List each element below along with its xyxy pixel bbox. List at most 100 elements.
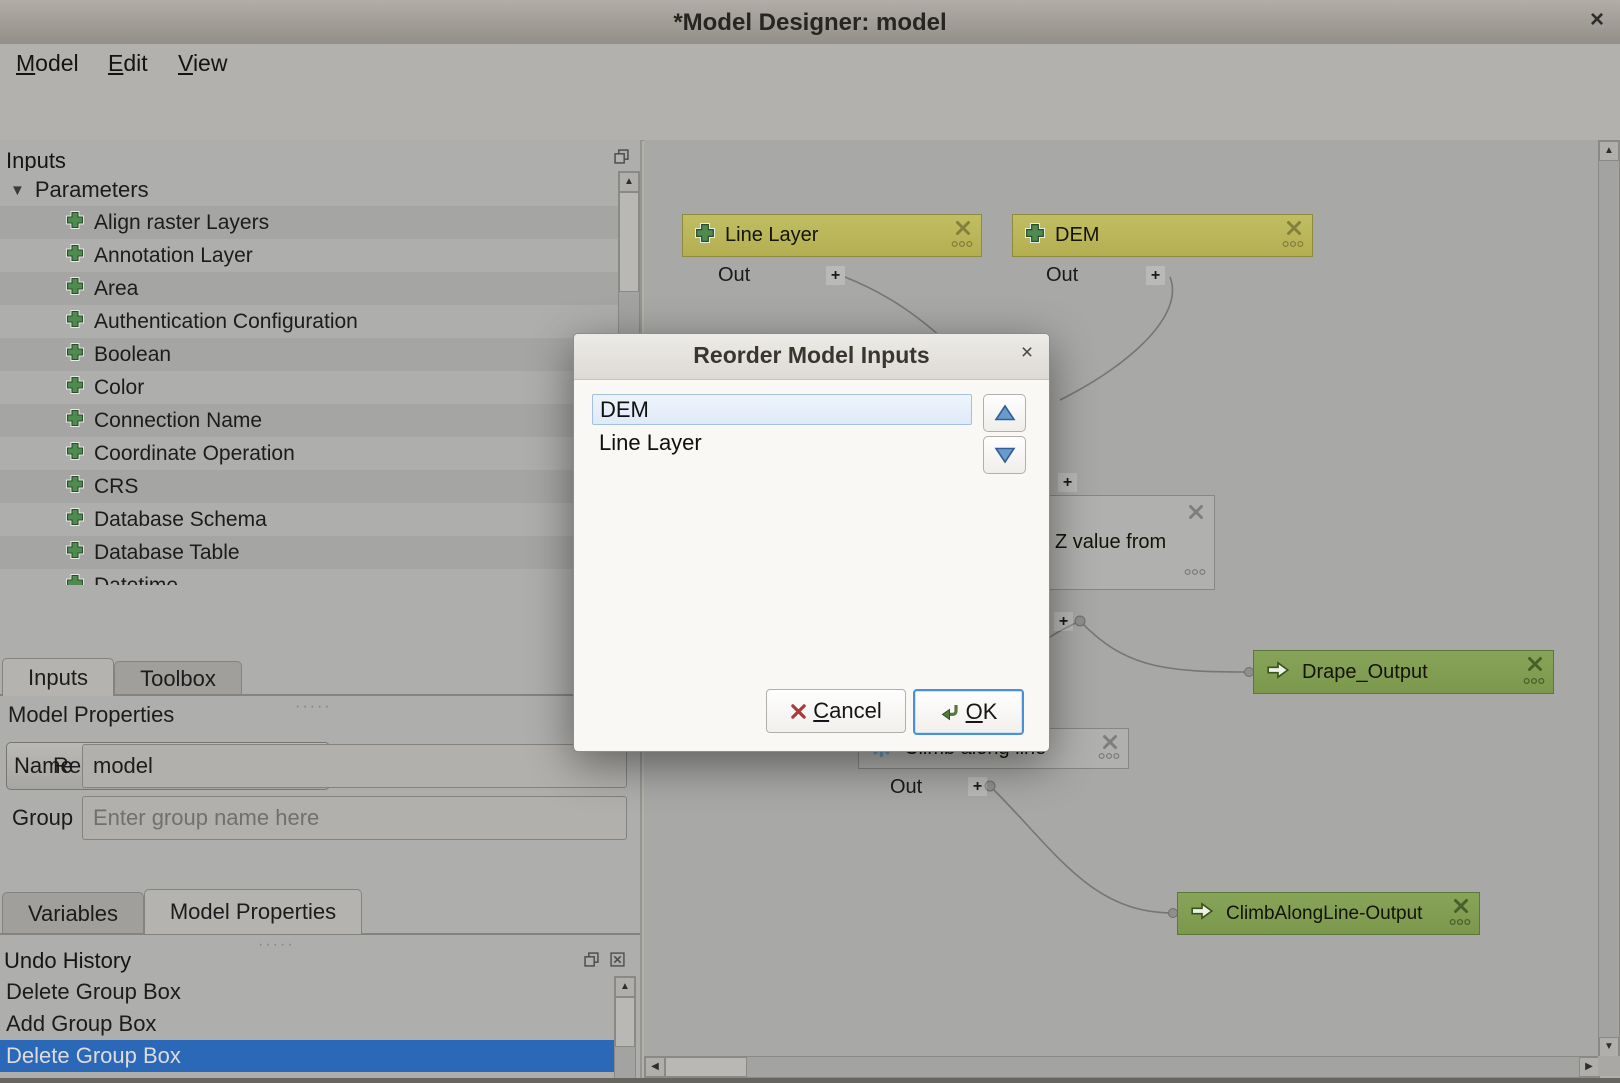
dialog-input-list[interactable]: DEM Line Layer (592, 394, 972, 674)
tab-toolbox[interactable]: Toolbox (114, 661, 242, 696)
tree-group-parameters[interactable]: ▼ Parameters (0, 174, 618, 206)
add-parameter-icon (66, 475, 84, 498)
scroll-left-icon[interactable]: ◀ (645, 1057, 665, 1077)
tab-inputs[interactable]: Inputs (2, 658, 114, 696)
tree-item-connection-name[interactable]: Connection Name (0, 404, 618, 437)
menubar: Model Edit View (0, 44, 1620, 82)
tree-item-crs[interactable]: CRS (0, 470, 618, 503)
inputs-parameter-tree: ▼ Parameters Align raster Layers Annotat… (0, 171, 618, 585)
node-climb-output[interactable]: ClimbAlongLine-Output (1177, 892, 1480, 935)
add-parameter-icon (66, 508, 84, 531)
undo-history-title: Undo History (4, 948, 131, 974)
dialog-close-button[interactable]: × (1015, 341, 1039, 365)
ok-button[interactable]: OK (913, 689, 1024, 735)
add-parameter-icon (66, 277, 84, 300)
reorder-model-inputs-dialog[interactable]: Reorder Model Inputs × DEM Line Layer Ca… (573, 333, 1050, 752)
scrollbar-thumb[interactable] (665, 1057, 747, 1077)
ellipsis-indicator (1282, 235, 1304, 253)
scroll-up-icon[interactable]: ▲ (615, 977, 635, 997)
dialog-title: Reorder Model Inputs (574, 342, 1049, 369)
add-parameter-icon (66, 310, 84, 333)
node-line-layer[interactable]: Line Layer (682, 214, 982, 257)
collapse-arrow-icon[interactable]: ▼ (10, 182, 25, 199)
scroll-right-icon[interactable]: ▶ (1579, 1057, 1599, 1077)
down-arrow-icon (993, 445, 1017, 465)
window-titlebar[interactable]: *Model Designer: model × (0, 0, 1620, 45)
dialog-titlebar[interactable]: Reorder Model Inputs × (574, 334, 1049, 380)
tab-model-properties[interactable]: Model Properties (144, 889, 362, 934)
add-parameter-icon (66, 442, 84, 465)
expand-links-button[interactable]: + (1058, 473, 1077, 492)
out-socket-label: Out (718, 264, 750, 287)
tree-item-color[interactable]: Color (0, 371, 618, 404)
add-parameter-icon (66, 409, 84, 432)
scrollbar-corner (1598, 1056, 1620, 1076)
tab-variables[interactable]: Variables (2, 892, 144, 934)
menu-edit[interactable]: Edit (104, 48, 152, 79)
model-properties-heading: Model Properties (8, 702, 174, 728)
window-title: *Model Designer: model (0, 9, 1620, 37)
up-arrow-icon (993, 403, 1017, 423)
name-label: Name (14, 753, 73, 779)
expand-links-button[interactable]: + (1054, 612, 1073, 631)
list-item-dem-selected[interactable]: DEM (592, 394, 972, 425)
splitter-handle[interactable]: ····· (295, 698, 332, 716)
move-up-button[interactable] (983, 394, 1026, 432)
tree-item-authentication-configuration[interactable]: Authentication Configuration (0, 305, 618, 338)
undo-item[interactable]: Delete Group Box (0, 976, 614, 1008)
ellipsis-indicator (1449, 913, 1471, 931)
canvas-horizontal-scrollbar[interactable]: ◀ ▶ (644, 1056, 1600, 1078)
tree-item-database-schema[interactable]: Database Schema (0, 503, 618, 536)
undo-scrollbar[interactable]: ▲ ▼ (614, 976, 636, 1083)
tree-item-area[interactable]: Area (0, 272, 618, 305)
close-panel-icon[interactable] (610, 952, 625, 967)
ellipsis-indicator (1523, 672, 1545, 690)
out-socket-label: Out (890, 776, 922, 799)
tree-item-datetime[interactable]: Datetime (0, 569, 618, 585)
list-item-line-layer[interactable]: Line Layer (592, 427, 972, 458)
remove-node-icon[interactable] (1188, 504, 1204, 525)
add-parameter-icon (66, 244, 84, 267)
expand-links-button[interactable]: + (1146, 266, 1165, 285)
model-group-input[interactable] (82, 796, 627, 840)
cancel-x-icon (790, 703, 807, 720)
tree-item-annotation-layer[interactable]: Annotation Layer (0, 239, 618, 272)
node-drape-output[interactable]: Drape_Output (1253, 650, 1554, 694)
model-name-input[interactable] (82, 744, 627, 788)
window-close-button[interactable]: × (1582, 6, 1612, 34)
add-parameter-icon (66, 541, 84, 564)
model-designer-window: *Model Designer: model × Model Edit View (0, 0, 1620, 1083)
menu-view[interactable]: View (174, 48, 231, 79)
undo-history-list: Delete Group Box Add Group Box Delete Gr… (0, 976, 614, 1078)
float-panel-icon[interactable] (614, 149, 629, 164)
expand-links-button[interactable]: + (968, 777, 987, 796)
undo-item-selected[interactable]: Delete Group Box (0, 1040, 614, 1072)
group-label: Group (12, 805, 73, 831)
add-parameter-icon (66, 211, 84, 234)
scroll-up-icon[interactable]: ▲ (1599, 141, 1619, 161)
tree-item-align-raster-layers[interactable]: Align raster Layers (0, 206, 618, 239)
expand-links-button[interactable]: + (826, 266, 845, 285)
cancel-button[interactable]: Cancel (766, 689, 906, 733)
splitter-handle[interactable]: ····· (258, 936, 295, 954)
scrollbar-thumb[interactable] (615, 997, 635, 1047)
output-arrow-icon (1190, 901, 1214, 926)
undo-item[interactable]: Add Group Box (0, 1008, 614, 1040)
menu-model[interactable]: Model (12, 48, 83, 79)
ellipsis-indicator (1098, 747, 1120, 765)
canvas-vertical-scrollbar[interactable]: ▲ ▼ (1598, 140, 1620, 1058)
node-dem[interactable]: DEM (1012, 214, 1313, 257)
input-plus-icon (695, 223, 715, 248)
scroll-down-icon[interactable]: ▼ (1599, 1037, 1619, 1057)
toolbar: ↶ ↷ 1:1 A ? ▶ (0, 82, 1620, 141)
float-panel-icon[interactable] (584, 952, 599, 967)
out-socket-label: Out (1046, 264, 1078, 287)
tree-item-boolean[interactable]: Boolean (0, 338, 618, 371)
output-arrow-icon (1266, 660, 1290, 685)
move-down-button[interactable] (983, 436, 1026, 474)
ellipsis-indicator (1184, 563, 1206, 581)
tree-item-database-table[interactable]: Database Table (0, 536, 618, 569)
scroll-up-icon[interactable]: ▲ (619, 172, 639, 192)
scrollbar-thumb[interactable] (619, 192, 639, 292)
tree-item-coordinate-operation[interactable]: Coordinate Operation (0, 437, 618, 470)
